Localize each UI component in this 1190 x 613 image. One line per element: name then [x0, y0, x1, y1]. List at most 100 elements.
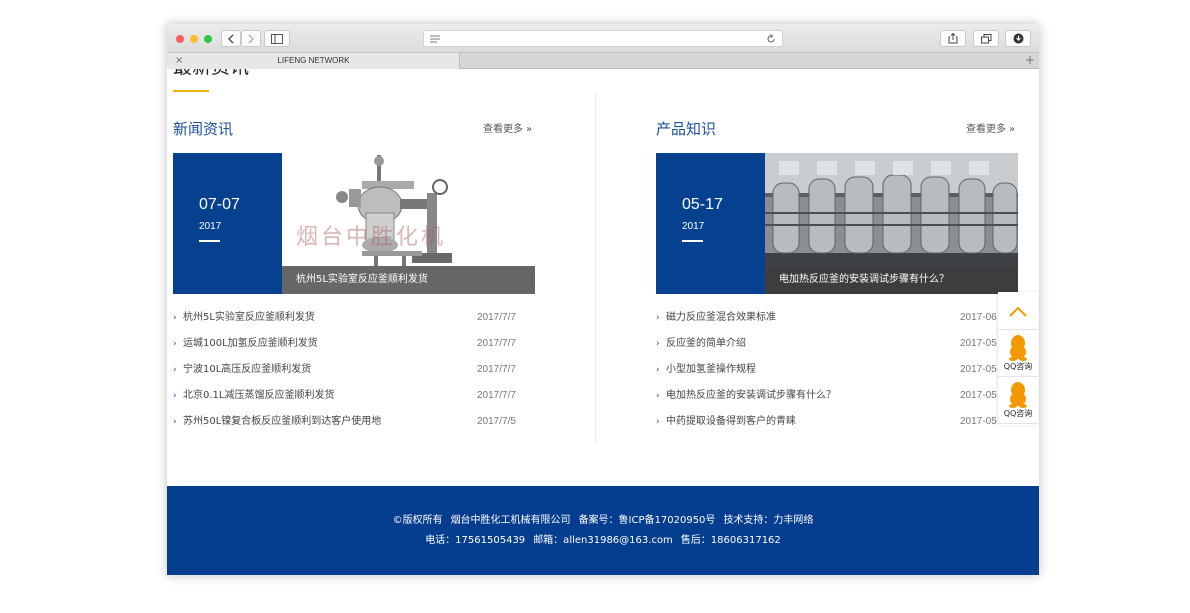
list-item[interactable]: › 宁波10L高压反应釜顺利发货 2017/7/7 — [173, 363, 535, 389]
site-footer: ©版权所有 烟台中胜化工机械有限公司 备案号：鲁ICP备17020950号 技术支持：… — [167, 486, 1039, 575]
news-feature-date-box: 07-07 2017 — [173, 153, 282, 294]
list-item-title[interactable]: 北京0.1L减压蒸馏反应釜顺利发货 — [183, 389, 334, 403]
footer-after-sales: 售后：18606317162 — [680, 535, 781, 546]
list-item[interactable]: › 反应釜的简单介绍 2017-05 — [656, 337, 1018, 363]
news-feature[interactable]: 07-07 2017 烟台中胜化机 杭州5L实验室反应釜顺利发货 — [173, 153, 535, 294]
arrow-right-icon: › — [173, 365, 177, 375]
news-feature-caption[interactable]: 杭州5L实验室反应釜顺利发货 — [282, 266, 535, 294]
sidebar-toggle-button[interactable] — [264, 30, 290, 47]
double-chevron-right-icon: » — [526, 124, 533, 135]
browser-toolbar — [167, 24, 1039, 52]
floating-side-widget: QQ咨询 QQ咨询 — [998, 292, 1038, 425]
list-item-title[interactable]: 苏州50L镍复合板反应釜顺利到达客户使用地 — [183, 415, 381, 429]
knowledge-feature-image[interactable]: 电加热反应釜的安装调试步骤有什么？ — [765, 153, 1018, 294]
double-chevron-right-icon: » — [1009, 124, 1016, 135]
minimize-window-button[interactable] — [190, 35, 198, 43]
arrow-right-icon: › — [656, 313, 660, 323]
arrow-right-icon: › — [173, 313, 177, 323]
chevron-left-icon — [228, 34, 234, 43]
date-divider — [199, 240, 220, 242]
list-item-date: 2017/7/7 — [477, 364, 516, 375]
reload-icon[interactable] — [766, 34, 776, 44]
reader-icon[interactable] — [430, 35, 440, 43]
tab-title: LIFENG NETWORK — [277, 56, 350, 65]
list-item-date: 2017/7/7 — [477, 338, 516, 349]
list-item[interactable]: › 杭州5L实验室反应釜顺利发货 2017/7/7 — [173, 311, 535, 337]
share-button[interactable] — [940, 30, 966, 47]
back-to-top-button[interactable] — [998, 292, 1038, 330]
qq-consult-button-2[interactable]: QQ咨询 — [998, 378, 1038, 424]
tabs-overview-button[interactable] — [973, 30, 999, 47]
list-item-title[interactable]: 运城100L加氢反应釜顺利发货 — [183, 337, 318, 351]
list-item-date: 2017-05 — [960, 338, 997, 349]
list-item[interactable]: › 电加热反应釜的安装调试步骤有什么？ 2017-05 — [656, 389, 1018, 415]
arrow-right-icon: › — [173, 391, 177, 401]
list-item-date: 2017/7/7 — [477, 390, 516, 401]
knowledge-title[interactable]: 产品知识 — [656, 119, 716, 139]
list-item-date: 2017-05 — [960, 364, 997, 375]
arrow-right-icon: › — [656, 417, 660, 427]
sidebar-icon — [271, 33, 283, 44]
arrow-right-icon: › — [656, 391, 660, 401]
qq-penguin-icon — [1009, 382, 1027, 408]
knowledge-more-label: 查看更多 — [966, 124, 1006, 135]
forward-button[interactable] — [241, 30, 261, 47]
arrow-right-icon: › — [173, 417, 177, 427]
knowledge-feature-date: 05-17 — [682, 196, 723, 213]
list-item[interactable]: › 小型加氢釜操作规程 2017-05 — [656, 363, 1018, 389]
tabs-icon — [980, 33, 991, 43]
knowledge-feature[interactable]: 05-17 2017 电加热反应釜的安装调试步骤有什么？ — [656, 153, 1018, 294]
downloads-button[interactable] — [1005, 30, 1031, 47]
arrow-right-icon: › — [173, 339, 177, 349]
footer-company: 烟台中胜化工机械有限公司 — [450, 515, 571, 526]
arrow-right-icon: › — [656, 339, 660, 349]
footer-copyright: ©版权所有 — [392, 515, 443, 526]
close-window-button[interactable] — [176, 35, 184, 43]
list-item[interactable]: › 磁力反应釜混合效果标准 2017-06 — [656, 311, 1018, 337]
browser-window: × LIFENG NETWORK + 最新资讯 新闻资讯 查看更多» 07-07… — [167, 24, 1039, 575]
date-divider — [682, 240, 703, 242]
list-item-date: 2017-06 — [960, 312, 997, 323]
qq-consult-label: QQ咨询 — [1003, 362, 1033, 371]
footer-line-1: ©版权所有 烟台中胜化工机械有限公司 备案号：鲁ICP备17020950号 技术支持：… — [167, 514, 1039, 528]
list-item[interactable]: › 北京0.1L减压蒸馏反应釜顺利发货 2017/7/7 — [173, 389, 535, 415]
knowledge-more-link[interactable]: 查看更多» — [966, 123, 1015, 137]
news-title[interactable]: 新闻资讯 — [173, 119, 233, 139]
list-item[interactable]: › 苏州50L镍复合板反应釜顺利到达客户使用地 2017/7/5 — [173, 415, 535, 441]
knowledge-feature-date-box: 05-17 2017 — [656, 153, 765, 294]
news-more-label: 查看更多 — [483, 124, 523, 135]
zoom-window-button[interactable] — [204, 35, 212, 43]
new-tab-button[interactable]: + — [1025, 53, 1035, 68]
share-icon — [948, 33, 958, 44]
footer-icp[interactable]: 备案号：鲁ICP备17020950号 — [579, 515, 716, 526]
list-item[interactable]: › 中药提取设备得到客户的青睐 2017-05 — [656, 415, 1018, 441]
knowledge-feature-caption[interactable]: 电加热反应釜的安装调试步骤有什么？ — [765, 266, 1018, 294]
list-item-title[interactable]: 宁波10L高压反应釜顺利发货 — [183, 363, 311, 377]
qq-consult-button-1[interactable]: QQ咨询 — [998, 331, 1038, 377]
knowledge-column: 产品知识 查看更多» 05-17 2017 电加热反应釜的安装调试步骤有什么？ … — [656, 69, 1021, 449]
back-button[interactable] — [221, 30, 241, 47]
list-item-title[interactable]: 电加热反应釜的安装调试步骤有什么？ — [666, 389, 836, 403]
list-item-title[interactable]: 反应釜的简单介绍 — [666, 337, 746, 351]
photo-watermark: 烟台中胜化机 — [296, 225, 447, 250]
knowledge-feature-year: 2017 — [682, 221, 705, 232]
knowledge-list: › 磁力反应釜混合效果标准 2017-06 › 反应釜的简单介绍 2017-05 › 小型… — [656, 311, 1018, 441]
news-more-link[interactable]: 查看更多» — [483, 123, 532, 137]
address-bar[interactable] — [423, 30, 783, 47]
list-item-date: 2017/7/5 — [477, 416, 516, 427]
footer-phone: 电话：17561505439 — [425, 535, 526, 546]
chevron-up-icon — [1009, 306, 1027, 317]
list-item-title[interactable]: 磁力反应釜混合效果标准 — [666, 311, 776, 325]
news-feature-image[interactable]: 烟台中胜化机 杭州5L实验室反应釜顺利发货 — [282, 153, 535, 294]
footer-support[interactable]: 技术支持：力丰网络 — [723, 515, 813, 526]
list-item-date: 2017-05 — [960, 390, 997, 401]
news-column: 新闻资讯 查看更多» 07-07 2017 烟台中胜化机 杭州5L实验室反应釜顺… — [173, 69, 538, 449]
footer-line-2: 电话：17561505439 邮箱：allen31986@163.com 售后：18… — [167, 534, 1039, 548]
download-icon — [1013, 33, 1023, 44]
arrow-right-icon: › — [656, 365, 660, 375]
list-item-title[interactable]: 小型加氢釜操作规程 — [666, 363, 756, 377]
list-item-title[interactable]: 中药提取设备得到客户的青睐 — [666, 415, 796, 429]
list-item-title[interactable]: 杭州5L实验室反应釜顺利发货 — [183, 311, 315, 325]
list-item[interactable]: › 运城100L加氢反应釜顺利发货 2017/7/7 — [173, 337, 535, 363]
browser-tab[interactable]: × LIFENG NETWORK — [167, 53, 460, 69]
